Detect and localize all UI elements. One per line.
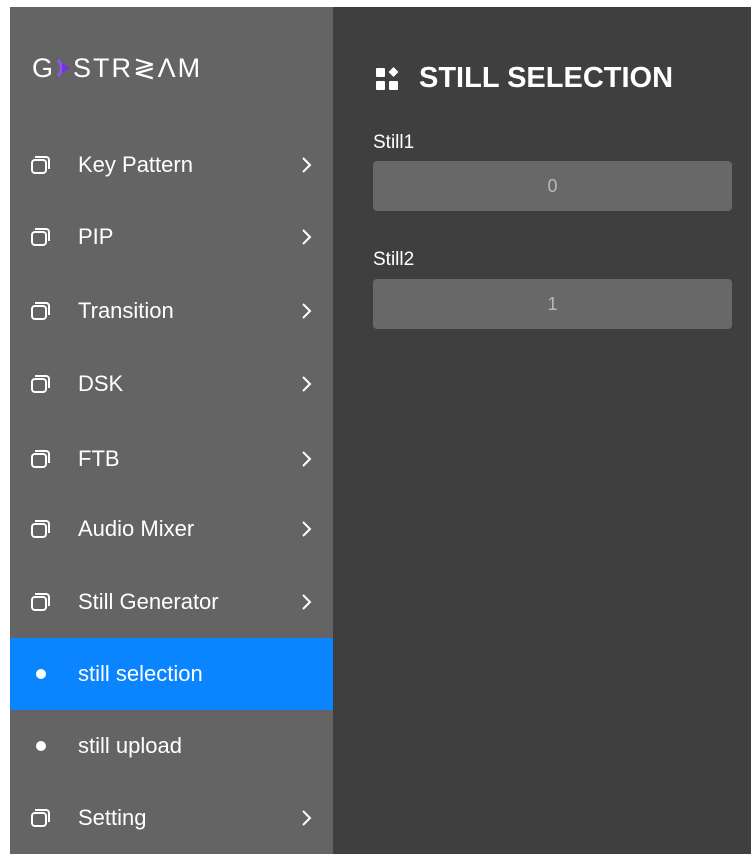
chevron-right-icon bbox=[302, 376, 312, 392]
layers-icon bbox=[31, 809, 50, 827]
sidebar-item-label: Key Pattern bbox=[78, 152, 193, 177]
logo: G STR≷ΛΜ bbox=[32, 51, 202, 85]
sidebar-item-ftb[interactable]: FTB bbox=[10, 423, 333, 495]
sidebar-item-label: still selection bbox=[78, 661, 203, 686]
sidebar-item-still-upload[interactable]: still upload bbox=[10, 710, 333, 782]
sidebar-item-still-generator[interactable]: Still Generator bbox=[10, 566, 333, 638]
layers-icon bbox=[31, 450, 50, 468]
layers-icon bbox=[31, 375, 50, 393]
page-title-text: STILL SELECTION bbox=[419, 62, 674, 94]
layers-icon bbox=[31, 593, 50, 611]
sidebar-item-label: Setting bbox=[78, 805, 147, 830]
layers-icon bbox=[31, 228, 50, 246]
still2-field[interactable]: 1 bbox=[373, 279, 732, 329]
sidebar-item-audio-mixer[interactable]: Audio Mixer bbox=[10, 493, 333, 565]
main-panel: STILL SELECTION Still1 0 Still2 1 bbox=[333, 7, 751, 854]
logo-text-right: STR≷ΛΜ bbox=[73, 52, 203, 83]
sidebar-item-label: FTB bbox=[78, 446, 120, 471]
sidebar-item-label: Transition bbox=[78, 298, 174, 323]
chevron-right-icon bbox=[302, 521, 312, 537]
logo-text-left: G bbox=[32, 52, 56, 83]
sidebar-item-still-selection[interactable]: still selection bbox=[10, 638, 333, 710]
chevron-right-icon bbox=[302, 810, 312, 826]
sidebar-item-label: DSK bbox=[78, 371, 124, 396]
chevron-right-icon bbox=[302, 157, 312, 173]
sidebar: G STR≷ΛΜ Key Pattern PIP Transition DSK … bbox=[10, 7, 333, 854]
chevron-right-icon bbox=[302, 451, 312, 467]
dot-icon bbox=[36, 741, 46, 751]
page-title: STILL SELECTION bbox=[375, 62, 673, 95]
logo-mark-icon bbox=[56, 57, 72, 79]
sidebar-item-label: Audio Mixer bbox=[78, 516, 195, 541]
widgets-icon bbox=[376, 66, 399, 90]
still2-label: Still2 bbox=[373, 249, 415, 270]
sidebar-item-setting[interactable]: Setting bbox=[10, 782, 333, 854]
sidebar-item-label: PIP bbox=[78, 224, 114, 249]
sidebar-item-pip[interactable]: PIP bbox=[10, 201, 333, 273]
chevron-right-icon bbox=[302, 303, 312, 319]
layers-icon bbox=[31, 520, 50, 538]
app-window: G STR≷ΛΜ Key Pattern PIP Transition DSK … bbox=[10, 7, 751, 854]
sidebar-item-label: Still Generator bbox=[78, 589, 219, 614]
chevron-right-icon bbox=[302, 594, 312, 610]
chevron-right-icon bbox=[302, 229, 312, 245]
layers-icon bbox=[31, 156, 50, 174]
sidebar-item-transition[interactable]: Transition bbox=[10, 275, 333, 347]
dot-icon bbox=[36, 669, 46, 679]
sidebar-item-dsk[interactable]: DSK bbox=[10, 348, 333, 420]
layers-icon bbox=[31, 302, 50, 320]
still1-label: Still1 bbox=[373, 132, 415, 153]
sidebar-item-label: still upload bbox=[78, 733, 182, 758]
still1-field[interactable]: 0 bbox=[373, 161, 732, 211]
sidebar-item-key-pattern[interactable]: Key Pattern bbox=[10, 129, 333, 201]
